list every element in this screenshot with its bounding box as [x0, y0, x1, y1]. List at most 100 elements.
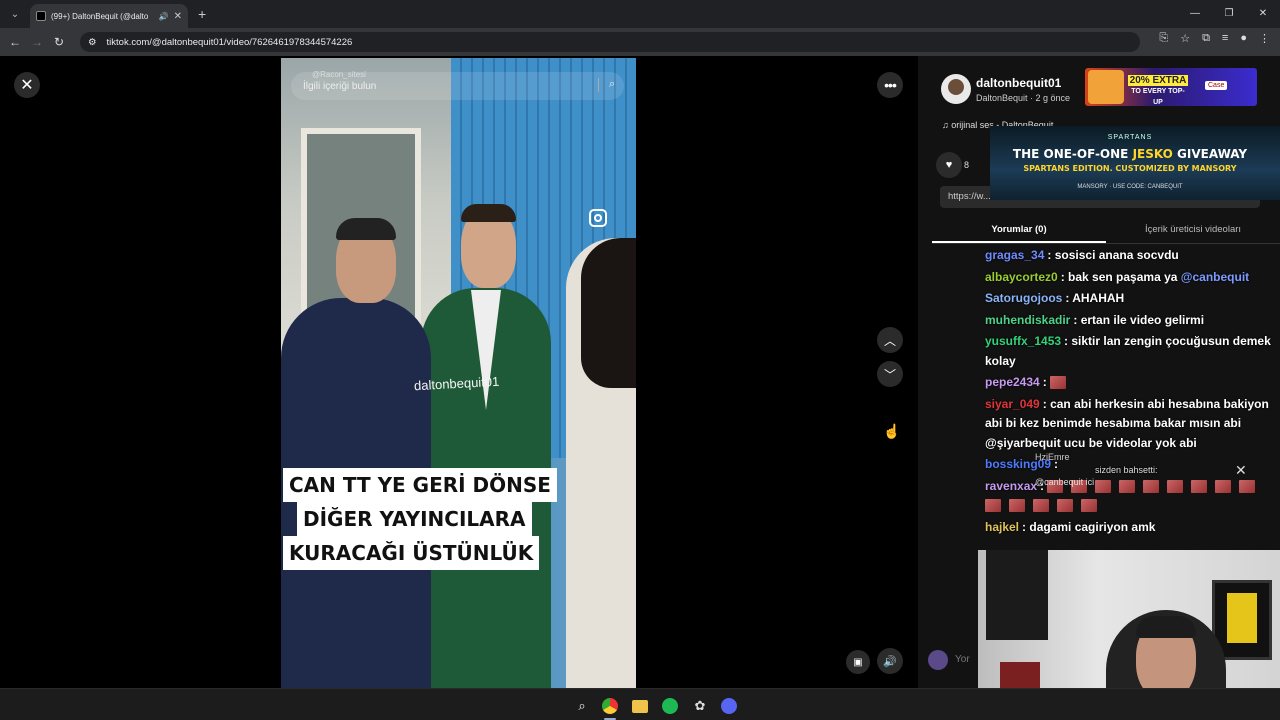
search-icon[interactable]: ⌕ — [598, 78, 615, 92]
ad-text: 20% EXTRA TO EVERY TOP-UP — [1127, 75, 1189, 106]
emote-icon — [1081, 499, 1097, 513]
music-note-icon: ♫ — [942, 120, 952, 130]
volume-button[interactable]: 🔊 — [877, 648, 903, 674]
related-search-input[interactable]: @Racon_sitesi İlgili içeriği bulun ⌕ — [291, 70, 624, 100]
like-button[interactable]: ♥ — [936, 152, 962, 178]
chat-username: muhendiskadir — [985, 312, 1071, 327]
chat-message: siyar_049: can abi herkesin abi hesabına… — [985, 394, 1280, 455]
ad-headline: THE ONE-OF-ONE JESKO GIVEAWAY SPARTANS E… — [990, 148, 1270, 175]
menu-icon[interactable]: ⋮ — [1259, 32, 1270, 45]
notification-sub: @canbequit ici — [1035, 477, 1095, 487]
next-video-button[interactable]: ﹀ — [877, 361, 903, 387]
close-notification-icon[interactable]: ✕ — [1235, 462, 1247, 479]
spotify-icon[interactable] — [662, 698, 678, 714]
windows-taskbar: ⌕ ✿ — [0, 688, 1280, 720]
ad-headline-sub: SPARTANS EDITION. CUSTOMIZED BY MANSORY — [1023, 164, 1237, 173]
chat-message: albaycortez0: bak sen paşama ya @canbequ… — [985, 267, 1280, 289]
comment-avatar — [928, 650, 948, 670]
reading-list-icon[interactable]: ≡ — [1222, 32, 1228, 45]
ad-line: 20% EXTRA — [1127, 75, 1189, 86]
chat-text: : ertan ile video gelirmi — [1073, 312, 1205, 327]
site-info-icon[interactable]: ⚙ — [88, 37, 97, 48]
previous-video-button[interactable]: ︿ — [877, 327, 903, 353]
chat-username: siyar_049 — [985, 396, 1040, 411]
new-tab-icon[interactable]: + — [198, 6, 206, 22]
emote-icon — [1033, 499, 1049, 513]
close-window-icon[interactable]: ✕ — [1246, 0, 1280, 28]
emote-icon — [985, 499, 1001, 513]
gift-box-icon — [1088, 70, 1124, 104]
chat-text: : sosisci anana socvdu — [1047, 248, 1179, 262]
video-scene-hair — [581, 238, 636, 388]
search-placeholder: İlgili içeriği bulun — [303, 80, 377, 92]
chrome-icon[interactable] — [602, 698, 618, 714]
restore-icon[interactable]: ❐ — [1212, 0, 1246, 28]
discord-icon[interactable] — [721, 698, 737, 714]
emote-icon — [1009, 499, 1025, 513]
windows-start-icon[interactable] — [543, 697, 560, 714]
tiktok-favicon-icon — [36, 11, 46, 21]
minimize-icon[interactable]: — — [1178, 0, 1212, 28]
search-icon[interactable]: ⌕ — [573, 697, 591, 715]
back-icon[interactable]: ← — [4, 35, 26, 49]
instagram-icon — [589, 209, 607, 227]
webcam-hair — [1136, 616, 1196, 638]
search-account-label: @Racon_sitesi — [312, 70, 366, 79]
chat-text: : — [1042, 375, 1047, 389]
comment-input[interactable]: Yor — [955, 654, 970, 665]
author-username[interactable]: daltonbequit01 — [976, 76, 1061, 90]
chat-message: muhendiskadir: ertan ile video gelirmi — [985, 310, 1280, 332]
address-bar[interactable]: ⚙ tiktok.com/@daltonbequit01/video/76264… — [80, 32, 1140, 52]
caption-line: CAN TT YE GERİ DÖNSE — [283, 468, 557, 502]
chat-username: yusuffx_1453 — [985, 334, 1062, 348]
chat-text: : dagami cagiriyon amk — [1022, 519, 1156, 534]
video-scene-hair — [336, 218, 396, 240]
video-player[interactable]: @Racon_sitesi İlgili içeriği bulun ⌕ dal… — [281, 58, 636, 688]
notification-name: HziEmre — [1035, 452, 1070, 462]
chat-message: gragas_34: sosisci anana socvdu — [985, 245, 1280, 267]
hand-cursor-icon: ☝ — [883, 423, 901, 439]
chat-username: pepe2434 — [985, 375, 1040, 389]
emote-icon — [1050, 376, 1067, 390]
extensions-icon[interactable]: ⧉ — [1202, 32, 1210, 45]
ad-headline-part: GIVEAWAY — [1177, 147, 1248, 161]
chat-text: : AHAHAH — [1065, 291, 1125, 305]
browser-tab[interactable]: (99+) DaltonBequit (@dalto 🔊 ✕ — [30, 4, 188, 28]
chat-username: albaycortez0 — [985, 269, 1058, 284]
browser-tab-strip: ⌄ (99+) DaltonBequit (@dalto 🔊 ✕ + — ❐ ✕ — [0, 0, 1280, 28]
browser-toolbar: ← → ↻ ⚙ tiktok.com/@daltonbequit01/video… — [0, 28, 1280, 56]
install-icon[interactable]: ⎘ — [1159, 32, 1168, 45]
panel-tabs: Yorumlar (0) İçerik üreticisi videoları — [932, 216, 1280, 244]
file-explorer-icon[interactable] — [632, 700, 648, 713]
top-up-ad-banner: 20% EXTRA TO EVERY TOP-UP Case — [1085, 68, 1257, 106]
tab-search-icon[interactable]: ⌄ — [3, 4, 27, 24]
app-icon[interactable]: ✿ — [691, 697, 709, 715]
ad-footer: MANSORY · USE CODE: CANBEQUIT — [1077, 184, 1183, 190]
window-controls: — ❐ ✕ — [1178, 0, 1280, 28]
chat-username: gragas_34 — [985, 248, 1045, 262]
close-tab-icon[interactable]: ✕ — [174, 11, 182, 22]
ad-brand: Case — [1205, 81, 1228, 90]
tab-creator-videos[interactable]: İçerik üreticisi videoları — [1106, 216, 1280, 243]
chat-message: yusuffx_1453: siktir lan zengin çocuğusu… — [985, 331, 1280, 372]
tab-comments[interactable]: Yorumlar (0) — [932, 216, 1106, 243]
close-video-button[interactable]: ✕ — [14, 72, 40, 98]
profile-icon[interactable]: ● — [1240, 32, 1247, 45]
chat-username: Satorugojoos — [985, 291, 1063, 305]
ad-line: TO EVERY TOP-UP — [1131, 88, 1185, 106]
more-options-button[interactable]: ••• — [877, 72, 903, 98]
forward-icon[interactable]: → — [26, 35, 48, 49]
heart-icon: ♥ — [945, 159, 953, 171]
tab-title: (99+) DaltonBequit (@dalto — [51, 11, 149, 21]
mention-notification: HziEmre sizden bahsetti: @canbequit ici … — [985, 452, 1255, 495]
caption-line: DİĞER YAYINCILARA — [297, 502, 532, 536]
chat-username: hajkel — [985, 519, 1020, 534]
reload-icon[interactable]: ↻ — [48, 35, 70, 49]
audio-icon[interactable]: 🔊 — [159, 12, 169, 21]
bookmark-star-icon[interactable]: ☆ — [1180, 32, 1190, 45]
picture-in-picture-button[interactable]: ▣ — [846, 650, 870, 674]
avatar[interactable] — [941, 74, 971, 104]
webcam-shirt — [986, 550, 1048, 640]
video-scene-hair — [461, 204, 516, 222]
url-text: tiktok.com/@daltonbequit01/video/7626461… — [106, 36, 353, 48]
